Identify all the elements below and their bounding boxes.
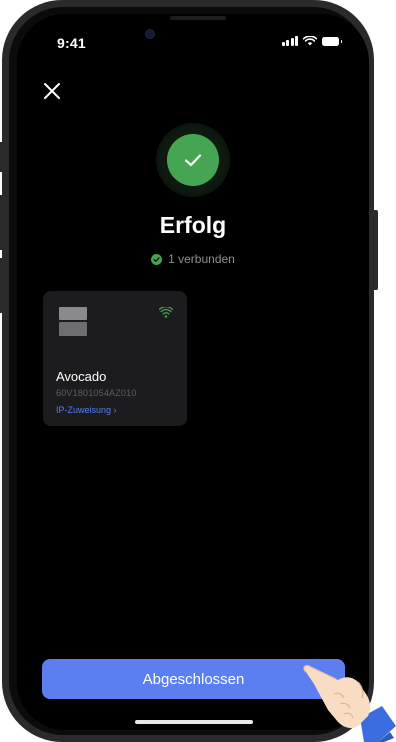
power-button — [373, 210, 378, 290]
status-icons — [281, 36, 342, 46]
mute-switch — [0, 142, 3, 172]
status-time: 9:41 — [57, 35, 86, 51]
device-name: Avocado — [56, 369, 107, 384]
status-bar: 9:41 — [17, 14, 369, 60]
volume-down-button — [0, 258, 3, 313]
wifi-icon — [159, 307, 173, 318]
phone-frame: 9:41 Erfolg 1 verbunden Avocado 60V18010… — [0, 0, 378, 742]
device-card[interactable]: Avocado 60V1801054AZ010 IP-Zuweisung › — [43, 291, 187, 426]
close-button[interactable] — [41, 80, 63, 102]
device-serial: 60V1801054AZ010 — [56, 388, 137, 398]
home-indicator[interactable] — [135, 720, 253, 724]
success-badge — [167, 134, 219, 186]
connected-count-text: 1 verbunden — [168, 252, 235, 266]
screen: 9:41 Erfolg 1 verbunden Avocado 60V18010… — [17, 14, 369, 730]
wifi-status-icon — [303, 36, 317, 46]
result-subtitle: 1 verbunden — [17, 252, 369, 266]
pointing-hand-icon — [303, 664, 396, 742]
cellular-signal-icon — [281, 36, 298, 46]
connected-check-icon — [151, 253, 163, 265]
ip-assignment-link[interactable]: IP-Zuweisung › — [56, 405, 117, 415]
battery-icon — [322, 36, 342, 46]
close-icon — [44, 83, 60, 99]
volume-up-button — [0, 195, 3, 250]
checkmark-icon — [184, 154, 202, 167]
result-title: Erfolg — [159, 212, 227, 238]
device-image — [59, 307, 87, 337]
